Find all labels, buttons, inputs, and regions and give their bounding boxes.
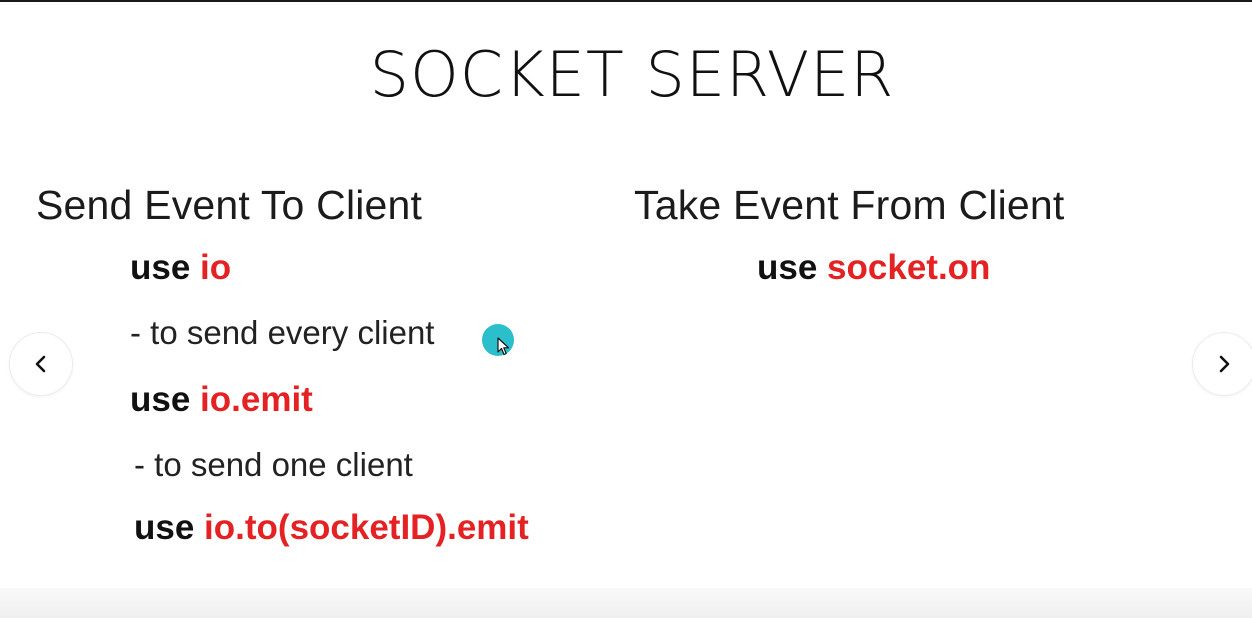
- prev-slide-button[interactable]: [9, 332, 73, 396]
- left-use-io-to-emit: use io.to(socketID).emit: [134, 508, 529, 548]
- mouse-cursor: [482, 324, 516, 358]
- left-use-io-emit: use io.emit: [130, 380, 313, 420]
- cursor-arrow-icon: [497, 337, 510, 356]
- slide-title: SOCKET SERVER: [369, 38, 895, 111]
- code-io: io: [200, 248, 232, 287]
- right-column-heading: Take Event From Client: [634, 182, 1065, 228]
- use-keyword: use: [130, 248, 191, 287]
- presentation-slide: SOCKET SERVER Send Event To Client use i…: [0, 2, 1252, 590]
- left-column-heading: Send Event To Client: [36, 182, 423, 228]
- right-use-socket-on: use socket.on: [757, 248, 990, 288]
- code-socket-on: socket.on: [827, 248, 991, 287]
- use-keyword: use: [130, 380, 191, 419]
- bottom-edge: [0, 588, 1252, 618]
- use-keyword: use: [134, 508, 195, 547]
- left-note-every-client: - to send every client: [130, 314, 435, 351]
- chevron-right-icon: [1219, 355, 1230, 373]
- next-slide-button[interactable]: [1192, 332, 1252, 396]
- left-note-one-client: - to send one client: [134, 446, 413, 483]
- code-io-emit: io.emit: [200, 380, 313, 419]
- code-io-to-socketid-emit: io.to(socketID).emit: [204, 508, 529, 547]
- use-keyword: use: [757, 248, 818, 287]
- left-use-io: use io: [130, 248, 231, 288]
- chevron-left-icon: [35, 355, 46, 373]
